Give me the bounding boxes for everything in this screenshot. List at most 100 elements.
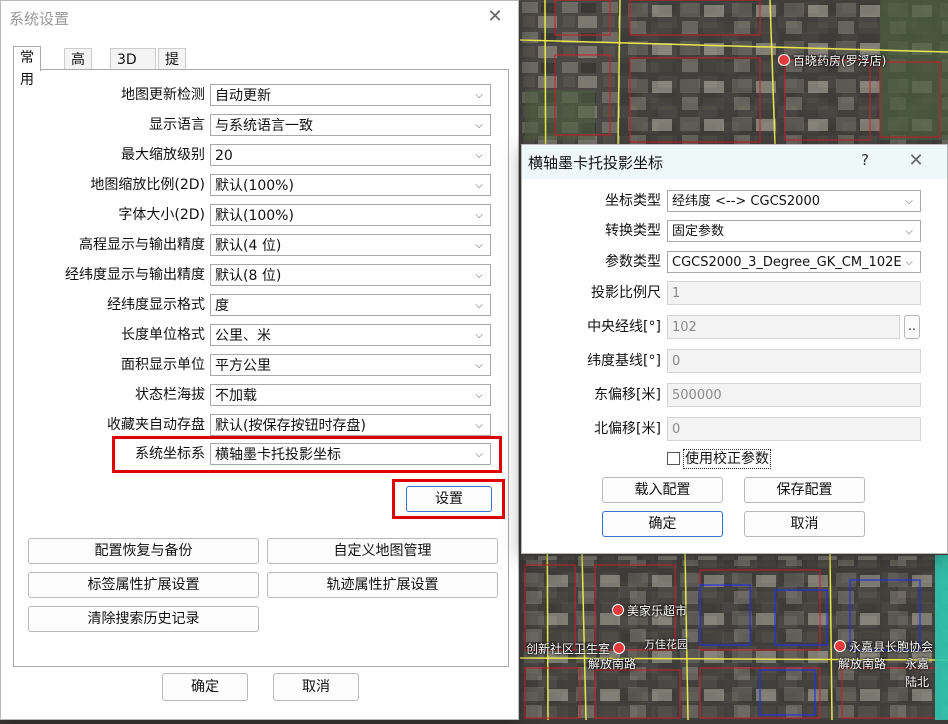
highlight-setup-button — [392, 479, 505, 519]
custom-map-button[interactable]: 自定义地图管理 — [267, 538, 498, 564]
combo-latlon-format[interactable]: 度 ⌵ — [210, 294, 491, 316]
tab-reminder[interactable]: 提醒 — [158, 48, 186, 90]
chevron-down-icon: ⌵ — [905, 257, 913, 268]
projection-title-bar[interactable]: 横轴墨卡托投影坐标 ? ✕ — [522, 145, 947, 179]
map-label-corner-b: 陆北 — [905, 675, 930, 689]
param-type-combo[interactable]: CGCS2000_3_Degree_GK_CM_102E ⌵ — [667, 251, 921, 273]
row-label-length-unit: 长度单位格式 — [121, 327, 205, 343]
poi-label: 百晓药房(罗浮店) — [793, 54, 887, 68]
chevron-down-icon: ⌵ — [475, 180, 483, 191]
settings-ok-button[interactable]: 确定 — [162, 673, 248, 701]
clear-history-button[interactable]: 清除搜索历史记录 — [28, 606, 259, 632]
central-meridian-field: 102 — [667, 315, 900, 339]
combo-value: 默认(8 位) — [215, 268, 282, 284]
chevron-down-icon: ⌵ — [475, 90, 483, 101]
poi-marker-icon — [834, 640, 846, 652]
tab-common[interactable]: 常用 — [13, 46, 41, 88]
latitude-base-label: 纬度基线[°] — [587, 353, 661, 369]
param-type-label: 参数类型 — [605, 254, 661, 270]
row-label-latlon-precision: 经纬度显示与输出精度 — [65, 267, 205, 283]
combo-font-size[interactable]: 默认(100%) ⌵ — [210, 204, 491, 226]
row-label-max-zoom: 最大缩放级别 — [121, 147, 205, 163]
combo-map-update[interactable]: 自动更新 ⌵ — [210, 84, 491, 106]
combo-value: 默认(4 位) — [215, 238, 282, 254]
save-config-button[interactable]: 保存配置 — [744, 477, 865, 503]
combo-map-scale[interactable]: 默认(100%) ⌵ — [210, 174, 491, 196]
combo-latlon-precision[interactable]: 默认(8 位) ⌵ — [210, 264, 491, 286]
combo-value: 默认(100%) — [215, 178, 294, 194]
label-ext-button[interactable]: 标签属性扩展设置 — [28, 572, 259, 598]
row-label-area-unit: 面积显示单位 — [121, 357, 205, 373]
false-northing-label: 北偏移[米] — [594, 421, 661, 437]
combo-area-unit[interactable]: 平方公里 ⌵ — [210, 354, 491, 376]
chevron-down-icon: ⌵ — [475, 360, 483, 371]
chevron-down-icon: ⌵ — [475, 120, 483, 131]
settings-title-bar[interactable]: 系统设置 ✕ — [1, 1, 518, 35]
help-icon[interactable]: ? — [861, 151, 869, 169]
row-label-latlon-format: 经纬度显示格式 — [107, 297, 205, 313]
row-label-font-size: 字体大小(2D) — [118, 207, 205, 223]
combo-value: CGCS2000_3_Degree_GK_CM_102E — [672, 255, 902, 270]
poi-marker-icon — [613, 642, 626, 654]
transform-type-combo[interactable]: 固定参数 ⌵ — [667, 220, 921, 242]
road-label-jiefang-right: 解放南路 — [838, 657, 887, 671]
combo-length-unit[interactable]: 公里、米 ⌵ — [210, 324, 491, 346]
row-label-favorites-autosave: 收藏夹自动存盘 — [107, 417, 205, 433]
track-ext-button[interactable]: 轨迹属性扩展设置 — [267, 572, 498, 598]
use-correction-label: 使用校正参数 — [683, 449, 771, 469]
row-label-statusbar-elevation: 状态栏海拔 — [135, 387, 205, 403]
combo-value: 固定参数 — [672, 224, 725, 239]
system-settings-dialog: 系统设置 ✕ 常用 高级 3D 提醒 地图更新检测 自动更新 ⌵ 显示语言 与系统… — [0, 0, 519, 720]
chevron-down-icon: ⌵ — [475, 390, 483, 401]
load-config-button[interactable]: 载入配置 — [602, 477, 723, 503]
false-northing-field: 0 — [667, 417, 921, 441]
map-label-corner-a: 永嘉 — [905, 657, 930, 671]
close-icon[interactable]: ✕ — [903, 149, 929, 173]
poi-supermarket[interactable]: 美家乐超市 — [612, 602, 687, 619]
combo-value: 公里、米 — [215, 328, 271, 344]
combo-value: 自动更新 — [215, 88, 271, 104]
combo-value: 度 — [215, 298, 229, 314]
tab-3d[interactable]: 3D — [110, 48, 156, 71]
combo-elevation-precision[interactable]: 默认(4 位) ⌵ — [210, 234, 491, 256]
coord-type-label: 坐标类型 — [605, 193, 661, 209]
transform-type-label: 转换类型 — [605, 223, 661, 239]
poi-district-office[interactable]: 永嘉县长胞协会 — [834, 638, 933, 655]
projection-ok-button[interactable]: 确定 — [602, 511, 723, 537]
combo-value: 不加载 — [215, 388, 257, 404]
row-label-map-scale: 地图缩放比例(2D) — [90, 177, 205, 193]
combo-max-zoom[interactable]: 20 ⌵ — [210, 144, 491, 166]
chevron-down-icon: ⌵ — [475, 420, 483, 431]
projection-title: 横轴墨卡托投影坐标 — [528, 154, 664, 172]
settings-cancel-button[interactable]: 取消 — [273, 673, 359, 701]
coord-type-combo[interactable]: 经纬度 <--> CGCS2000 ⌵ — [667, 190, 921, 212]
combo-statusbar-elevation[interactable]: 不加载 ⌵ — [210, 384, 491, 406]
row-label-language: 显示语言 — [149, 117, 205, 133]
chevron-down-icon: ⌵ — [475, 150, 483, 161]
chevron-down-icon: ⌵ — [475, 270, 483, 281]
false-easting-field: 500000 — [667, 383, 921, 407]
combo-value: 经纬度 <--> CGCS2000 — [672, 194, 820, 209]
combo-value: 默认(100%) — [215, 208, 294, 224]
highlight-coordinate-system — [112, 436, 502, 473]
central-meridian-more-button[interactable]: .. — [904, 315, 920, 339]
scale-field: 1 — [667, 281, 921, 305]
combo-favorites-autosave[interactable]: 默认(按保存按钮时存盘) ⌵ — [210, 414, 491, 436]
combo-language[interactable]: 与系统语言一致 ⌵ — [210, 114, 491, 136]
restore-backup-button[interactable]: 配置恢复与备份 — [28, 538, 259, 564]
latitude-base-field: 0 — [667, 349, 921, 373]
poi-marker-icon — [612, 604, 624, 616]
row-label-map-update: 地图更新检测 — [121, 87, 205, 103]
close-icon[interactable]: ✕ — [482, 5, 508, 29]
projection-cancel-button[interactable]: 取消 — [744, 511, 865, 537]
poi-pharmacy[interactable]: 百晓药房(罗浮店) — [778, 52, 886, 69]
use-correction-checkbox[interactable] — [667, 452, 680, 465]
chevron-down-icon: ⌵ — [475, 240, 483, 251]
central-meridian-label: 中央经线[°] — [587, 319, 661, 335]
chevron-down-icon: ⌵ — [905, 226, 913, 237]
chevron-down-icon: ⌵ — [475, 330, 483, 341]
scale-label: 投影比例尺 — [591, 285, 661, 301]
map-label-garden: 万佳花园 — [644, 638, 688, 651]
road-label-jiefang-left: 解放南路 — [588, 657, 637, 671]
tab-advanced[interactable]: 高级 — [64, 48, 92, 90]
